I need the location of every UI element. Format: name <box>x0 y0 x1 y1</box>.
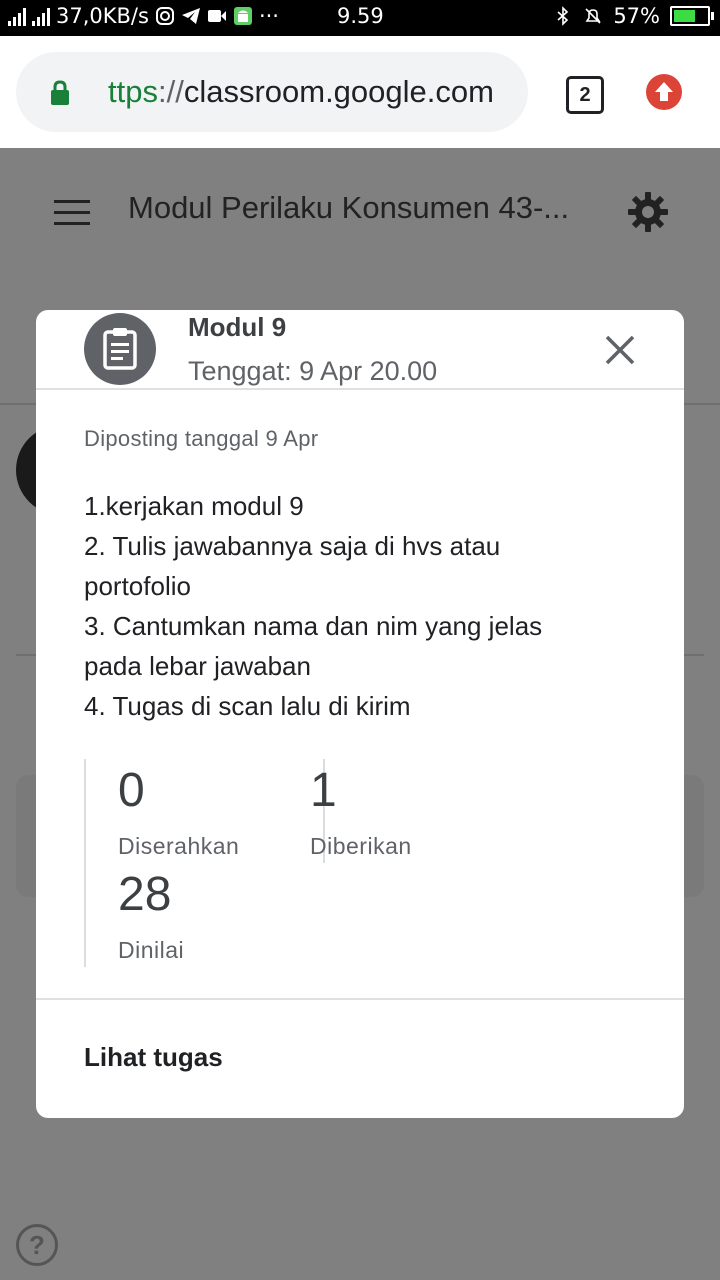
instruction-line: 2. Tulis jawabannya saja di hvs atau <box>84 531 501 561</box>
video-icon <box>207 10 226 22</box>
dialog-title: Modul 9 <box>188 312 287 342</box>
url-separator: :// <box>157 74 184 109</box>
instruction-line: 1.kerjakan modul 9 <box>84 491 304 521</box>
divider <box>36 998 684 1000</box>
menu-icon[interactable] <box>54 200 90 226</box>
divider <box>36 388 684 390</box>
instruction-line: portofolio <box>84 571 191 601</box>
mute-icon <box>585 8 601 24</box>
battery-icon <box>670 6 714 26</box>
lock-icon <box>51 80 69 105</box>
assigned-count: 1 <box>310 764 337 817</box>
assignment-icon <box>84 313 156 385</box>
assignment-stats: 0 Diserahkan 1 Diberikan 28 Dinilai <box>84 759 644 967</box>
divider <box>84 759 86 967</box>
status-bar: 37,0KB/s ··· 9.59 57% <box>0 0 720 36</box>
instructions: 1.kerjakan modul 9 2. Tulis jawabannya s… <box>84 486 644 726</box>
bluetooth-icon <box>557 6 569 26</box>
help-icon[interactable]: ? <box>16 1224 58 1266</box>
url-host: classroom.google.com <box>183 74 494 109</box>
graded-label: Dinilai <box>118 937 185 963</box>
upload-button[interactable] <box>646 74 682 110</box>
assigned-label: Diberikan <box>310 833 412 859</box>
graded-count: 28 <box>118 868 172 921</box>
clock: 9.59 <box>337 4 384 28</box>
address-bar[interactable]: ttps://classroom.google.com <box>16 52 528 132</box>
url-text: ttps://classroom.google.com <box>108 74 528 110</box>
telegram-icon <box>181 8 200 24</box>
signal-icon <box>32 6 50 26</box>
gear-icon[interactable] <box>626 190 670 234</box>
browser-toolbar: ttps://classroom.google.com 2 <box>0 36 720 148</box>
tab-switcher-button[interactable]: 2 <box>566 76 604 114</box>
signal-icon <box>8 6 26 26</box>
due-date: Tenggat: 9 Apr 20.00 <box>188 356 438 386</box>
page-title: Modul Perilaku Konsumen 43-... <box>128 190 570 225</box>
android-icon <box>233 7 252 25</box>
assignment-dialog: Modul 9 Tenggat: 9 Apr 20.00 Diposting t… <box>36 310 684 1118</box>
battery-percent: 57% <box>613 4 660 28</box>
upload-icon <box>655 82 673 101</box>
submitted-count: 0 <box>118 764 145 817</box>
instruction-line: pada lebar jawaban <box>84 651 311 681</box>
submitted-label: Diserahkan <box>118 833 240 859</box>
instruction-line: 3. Cantumkan nama dan nim yang jelas <box>84 611 543 641</box>
url-scheme: ttps <box>108 74 158 109</box>
network-speed: 37,0KB/s <box>56 4 149 28</box>
view-assignment-link[interactable]: Lihat tugas <box>84 1042 223 1073</box>
close-icon[interactable] <box>602 332 638 368</box>
more-notifications: ··· <box>258 4 279 28</box>
instruction-line: 4. Tugas di scan lalu di kirim <box>84 691 411 721</box>
instagram-icon <box>155 7 174 25</box>
posted-date: Diposting tanggal 9 Apr <box>84 426 319 451</box>
